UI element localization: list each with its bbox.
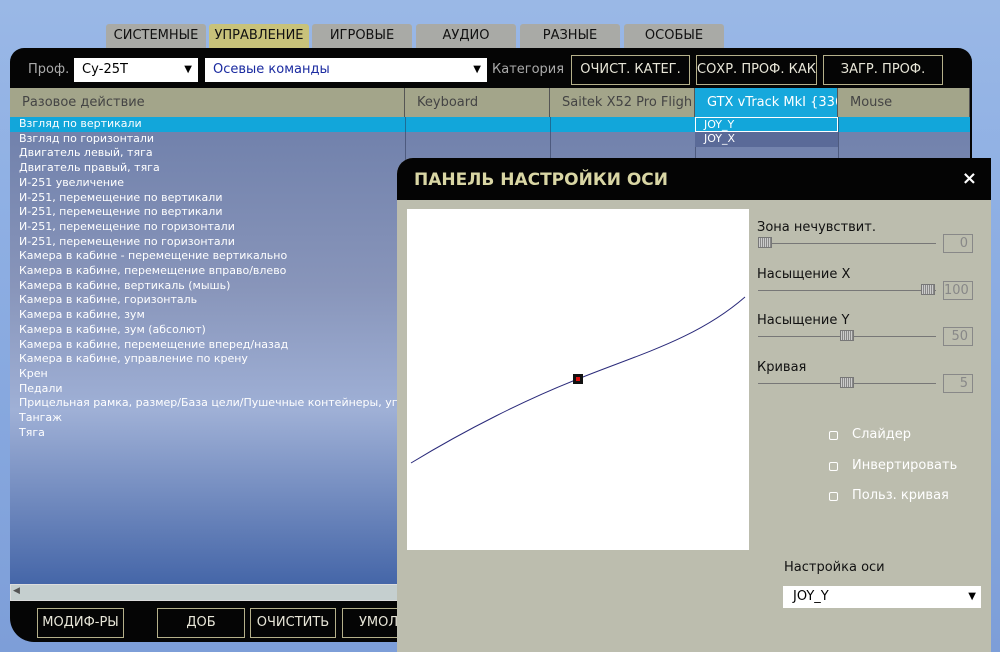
scroll-left-icon[interactable]: ◀ — [13, 586, 20, 596]
column-header-gtx[interactable]: GTX vTrack MkI {336 — [695, 88, 838, 117]
checkbox-label: Инвертировать — [852, 457, 958, 473]
category-value: Осевые команды — [213, 62, 330, 77]
column-header-keyboard[interactable]: Keyboard — [405, 88, 550, 117]
slider-label: Зона нечувствит. — [757, 220, 876, 235]
checkbox-label: Слайдер — [852, 427, 912, 442]
profile-label: Проф. — [28, 62, 70, 77]
slider-thumb[interactable] — [921, 283, 935, 295]
modifiers-button[interactable]: МОДИФ-РЫ — [37, 608, 124, 638]
slider-thumb[interactable] — [839, 376, 854, 388]
tab-misc[interactable]: РАЗНЫЕ — [520, 24, 620, 48]
slider-value[interactable]: 100 — [943, 280, 973, 300]
slider-track[interactable] — [758, 243, 936, 244]
gtx-cell-joy-y[interactable]: JOY_Y — [695, 117, 838, 132]
slider-label: Кривая — [757, 359, 807, 375]
profile-value: Су-25Т — [82, 62, 128, 77]
slider-value[interactable]: 0 — [943, 234, 973, 253]
tab-special[interactable]: ОСОБЫЕ — [624, 24, 724, 48]
horizontal-scrollbar[interactable]: ◀ — [10, 584, 400, 601]
tab-controls[interactable]: УПРАВЛЕНИЕ — [209, 24, 309, 48]
checkbox-label: Польз. кривая — [852, 488, 949, 503]
slider-value[interactable]: 5 — [943, 373, 973, 393]
column-header-saitek[interactable]: Saitek X52 Pro Fligh — [550, 88, 695, 117]
slider-thumb[interactable] — [758, 237, 772, 248]
category-select[interactable]: Осевые команды ▼ — [205, 58, 487, 82]
close-icon[interactable]: × — [962, 168, 977, 189]
gtx-cell-joy-x[interactable]: JOY_X — [695, 132, 838, 147]
tab-audio[interactable]: АУДИО — [416, 24, 516, 48]
column-header-mouse[interactable]: Mouse — [838, 88, 970, 117]
clear-category-button[interactable]: ОЧИСТ. КАТЕГ. — [571, 55, 690, 85]
add-button[interactable]: ДОБ — [157, 608, 245, 638]
save-profile-as-button[interactable]: СОХР. ПРОФ. КАК — [696, 55, 817, 85]
checkbox[interactable] — [829, 461, 838, 471]
axis-select[interactable]: JOY_Y ▼ — [783, 586, 981, 608]
checkbox[interactable] — [829, 492, 838, 501]
slider-value[interactable]: 50 — [943, 327, 973, 346]
panel-title: ПАНЕЛЬ НАСТРОЙКИ ОСИ — [397, 158, 991, 200]
tab-gameplay[interactable]: ИГРОВЫЕ — [312, 24, 412, 48]
axis-value: JOY_Y — [793, 589, 829, 604]
slider-label: Насыщение X — [757, 266, 851, 282]
checkbox[interactable] — [829, 431, 838, 440]
slider-track[interactable] — [758, 289, 936, 291]
column-header-action[interactable]: Разовое действие — [10, 88, 405, 117]
slider-label: Насыщение Y — [757, 313, 850, 328]
slider-thumb[interactable] — [839, 330, 854, 341]
tab-system[interactable]: СИСТЕМНЫЕ — [106, 24, 206, 48]
axis-setting-label: Настройка оси — [784, 560, 885, 575]
response-curve-graph — [407, 209, 749, 550]
axis-tune-panel: ПАНЕЛЬ НАСТРОЙКИ ОСИ × Зона нечувствит. … — [397, 158, 991, 652]
category-label: Категория — [492, 62, 565, 77]
clear-button[interactable]: ОЧИСТИТЬ — [250, 608, 336, 638]
chevron-down-icon: ▼ — [968, 591, 976, 602]
load-profile-button[interactable]: ЗАГР. ПРОФ. — [823, 55, 943, 85]
chevron-down-icon: ▼ — [473, 64, 481, 75]
profile-select[interactable]: Су-25Т ▼ — [74, 58, 198, 82]
chevron-down-icon: ▼ — [184, 64, 192, 75]
